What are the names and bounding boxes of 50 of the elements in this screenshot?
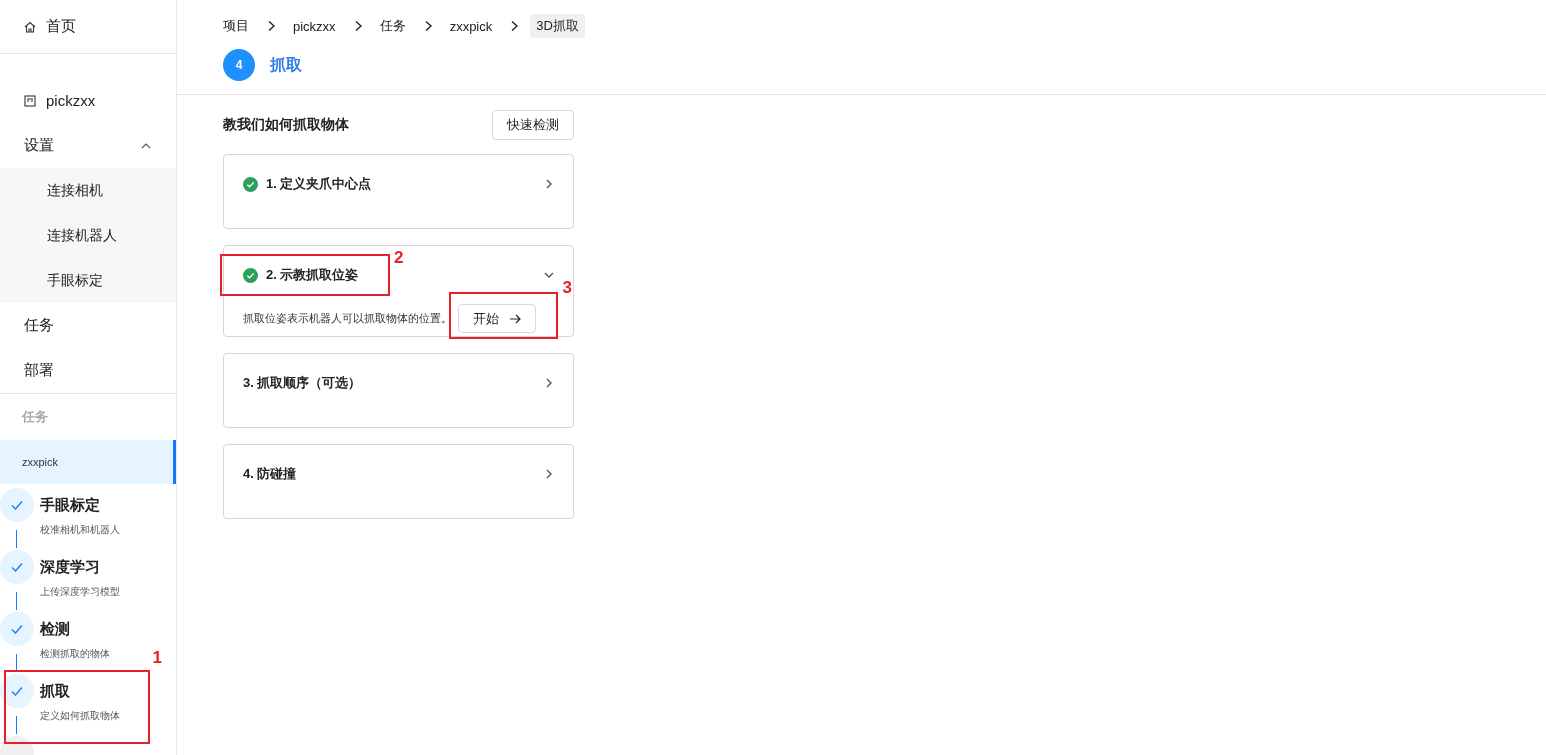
card-title[interactable]: 1. 定义夹爪中心点 xyxy=(266,175,372,193)
board-icon xyxy=(24,94,36,107)
annotation-number: 1 xyxy=(152,648,162,668)
arrow-right-icon xyxy=(509,312,521,325)
section-label: 任务 xyxy=(20,408,49,426)
page-title: 抓取 xyxy=(270,54,302,75)
section-title: 教我们如何抓取物体 xyxy=(223,116,349,134)
breadcrumb-link[interactable]: zxxpick xyxy=(449,15,493,37)
check-icon xyxy=(9,622,24,636)
step-title: 手眼标定 xyxy=(40,496,101,515)
connector-line xyxy=(16,592,17,610)
submenu-item[interactable]: 连接相机 xyxy=(0,168,176,213)
card-title[interactable]: 3. 抓取顺序（可选） xyxy=(243,374,362,392)
submenu-item[interactable]: 手眼标定 xyxy=(0,258,176,303)
menu-label: 设置 xyxy=(24,136,54,155)
menu-item[interactable]: 部署 xyxy=(0,348,176,393)
annotation-number: 2 xyxy=(394,248,404,268)
home-link[interactable]: 首页 xyxy=(0,0,176,54)
menu-label: 首页 xyxy=(46,17,76,36)
task-item[interactable]: zxxpick xyxy=(0,440,176,484)
check-icon xyxy=(9,560,24,574)
card-description: 抓取位姿表示机器人可以抓取物体的位置。 xyxy=(243,311,452,326)
card-title[interactable]: 4. 防碰撞 xyxy=(243,465,297,483)
connector-line xyxy=(16,530,17,548)
breadcrumb-link[interactable]: 项目 xyxy=(223,14,249,38)
step-title: 抓取 xyxy=(40,682,71,701)
menu-item[interactable]: 任务 xyxy=(0,303,176,348)
step-title: 检测 xyxy=(40,620,71,639)
check-icon xyxy=(9,498,24,512)
connector-line xyxy=(16,716,17,734)
submenu-item[interactable]: 连接机器人 xyxy=(0,213,176,258)
step-description: 定义如何抓取物体 xyxy=(40,709,121,723)
home-icon xyxy=(24,20,36,33)
step-description: 检测抓取的物体 xyxy=(40,647,111,661)
step-title: 深度学习 xyxy=(40,558,101,577)
start-button[interactable]: 开始 xyxy=(458,304,536,333)
card-title[interactable]: 2. 示教抓取位姿 xyxy=(266,266,359,284)
step-description: 校准相机和机器人 xyxy=(40,523,121,537)
project-link[interactable]: pickzxx xyxy=(0,78,176,123)
step-description: 上传深度学习模型 xyxy=(40,585,121,599)
quick-check-button[interactable]: 快速检测 xyxy=(492,110,574,140)
step-number-badge: 4 xyxy=(223,49,255,81)
menu-group[interactable]: 设置 xyxy=(0,123,176,168)
check-icon xyxy=(9,684,24,698)
breadcrumb-link[interactable]: 3D抓取 xyxy=(530,14,585,38)
breadcrumb-link[interactable]: pickzxx xyxy=(293,15,336,37)
annotation-number: 3 xyxy=(562,278,572,298)
breadcrumb-link[interactable]: 任务 xyxy=(379,14,406,38)
menu-label: pickzxx xyxy=(46,92,96,109)
connector-line xyxy=(16,654,17,672)
